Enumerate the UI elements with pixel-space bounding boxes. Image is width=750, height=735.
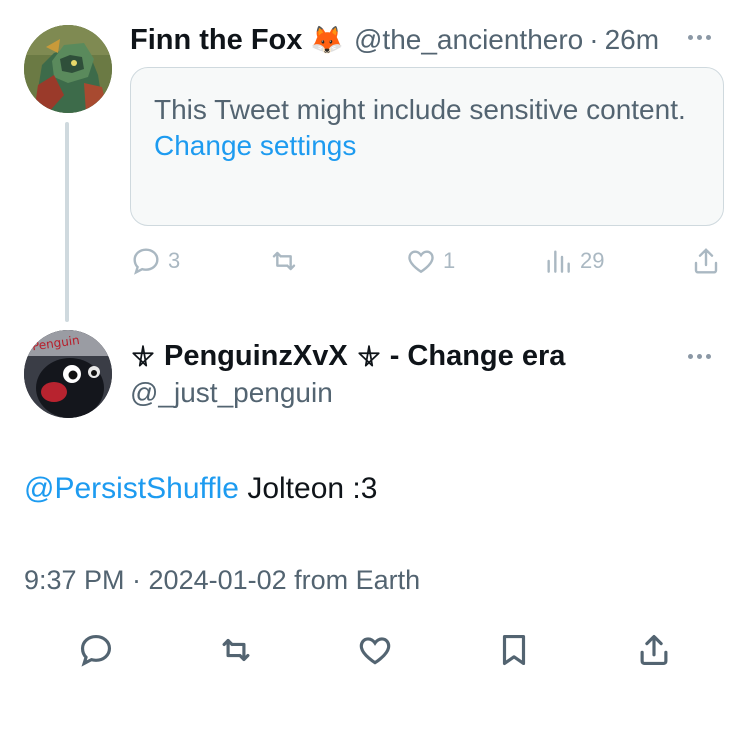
like-count: 1	[443, 248, 456, 273]
pentagram-icon	[132, 344, 154, 367]
thread-connector-line	[65, 122, 69, 322]
fox-emoji: 🦊	[310, 25, 344, 55]
avatar-finn-the-fox[interactable]	[24, 25, 112, 113]
heart-icon	[359, 637, 391, 665]
retweet-icon	[222, 638, 250, 662]
views-button[interactable]: 29	[542, 244, 604, 278]
more-options-icon[interactable]	[688, 25, 728, 49]
avatar-penguinzxvx[interactable]: Penguin	[24, 330, 112, 418]
penguin-avatar-image: Penguin	[24, 330, 112, 418]
tweet-text: Jolteon :3	[239, 472, 378, 505]
main-display-name[interactable]: PenguinzXvX - Change era	[130, 340, 565, 373]
parent-time[interactable]: 26m	[605, 24, 659, 56]
views-count: 29	[580, 248, 605, 273]
separator-dot: ·	[589, 24, 599, 55]
main-display-name-core: PenguinzXvX	[164, 340, 348, 372]
share-icon	[694, 248, 718, 274]
tweet-timestamp[interactable]: 9:37 PM · 2024-01-02 from Earth	[24, 565, 420, 596]
share-icon	[640, 634, 668, 666]
heart-icon	[408, 250, 434, 274]
parent-handle[interactable]: @the_ancienthero	[354, 24, 583, 56]
reply-icon	[80, 634, 112, 667]
fox-avatar-image	[24, 25, 112, 113]
sensitive-content-notice: This Tweet might include sensitive conte…	[130, 67, 724, 226]
pentagram-icon	[358, 344, 380, 367]
change-settings-link[interactable]: Change settings	[154, 128, 699, 164]
reply-icon	[133, 248, 159, 275]
like-button[interactable]: 1	[405, 244, 455, 278]
bookmark-button[interactable]	[492, 628, 536, 672]
reply-button[interactable]	[74, 628, 118, 672]
retweet-button[interactable]	[268, 244, 306, 278]
retweet-button[interactable]	[214, 628, 258, 672]
sensitive-notice-text: This Tweet might include sensitive conte…	[154, 94, 686, 125]
views-chart-icon	[547, 250, 570, 273]
reply-count: 3	[168, 248, 181, 273]
share-button[interactable]	[632, 628, 676, 672]
parent-display-name[interactable]: Finn the Fox	[130, 24, 302, 57]
reply-button[interactable]: 3	[130, 244, 180, 278]
parent-tweet-header: Finn the Fox 🦊 @the_ancienthero · 26m	[130, 22, 659, 58]
tweet-body: @PersistShuffle Jolteon :3	[24, 472, 377, 506]
mention-link[interactable]: @PersistShuffle	[24, 472, 239, 505]
more-options-icon[interactable]	[688, 344, 728, 368]
main-display-name-suffix: - Change era	[389, 340, 566, 372]
main-handle[interactable]: @_just_penguin	[130, 377, 333, 409]
share-button[interactable]	[690, 244, 722, 278]
bookmark-icon	[502, 634, 526, 666]
retweet-icon	[272, 251, 296, 271]
like-button[interactable]	[353, 628, 397, 672]
